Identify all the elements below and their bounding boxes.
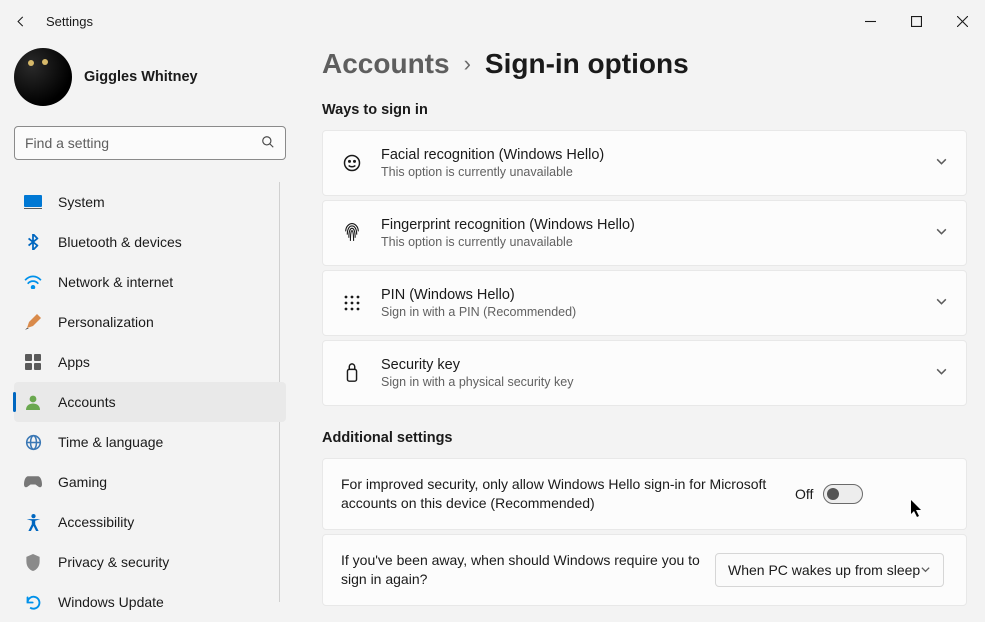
avatar: [14, 48, 72, 106]
option-subtitle: This option is currently unavailable: [381, 235, 923, 249]
close-button[interactable]: [939, 5, 985, 37]
nav-item-windows-update[interactable]: Windows Update: [14, 582, 286, 622]
nav-item-network[interactable]: Network & internet: [14, 262, 286, 302]
option-security-key[interactable]: Security key Sign in with a physical sec…: [322, 340, 967, 406]
nav-label: Time & language: [58, 434, 163, 450]
privacy-icon: [24, 553, 42, 571]
nav-item-accessibility[interactable]: Accessibility: [14, 502, 286, 542]
nav-label: Network & internet: [58, 274, 173, 290]
option-fingerprint[interactable]: Fingerprint recognition (Windows Hello) …: [322, 200, 967, 266]
window-title: Settings: [46, 14, 93, 29]
nav-label: Accessibility: [58, 514, 134, 530]
apps-icon: [24, 353, 42, 371]
sidebar: Giggles Whitney System Bluetooth & devic…: [0, 42, 300, 622]
bluetooth-icon: [24, 233, 42, 251]
setting-hello-only: For improved security, only allow Window…: [322, 458, 967, 530]
nav-item-privacy[interactable]: Privacy & security: [14, 542, 286, 582]
option-title: PIN (Windows Hello): [381, 287, 923, 303]
nav-label: Windows Update: [58, 594, 164, 610]
chevron-down-icon: [935, 225, 948, 241]
chevron-down-icon: [935, 295, 948, 311]
toggle-hello-only[interactable]: [823, 484, 863, 504]
nav-label: Gaming: [58, 474, 107, 490]
accounts-icon: [24, 393, 42, 411]
profile-block[interactable]: Giggles Whitney: [14, 48, 286, 106]
nav-item-apps[interactable]: Apps: [14, 342, 286, 382]
nav-item-accounts[interactable]: Accounts: [14, 382, 286, 422]
security-key-icon: [341, 362, 363, 384]
titlebar: Settings: [0, 0, 985, 42]
option-pin[interactable]: PIN (Windows Hello) Sign in with a PIN (…: [322, 270, 967, 336]
fingerprint-icon: [341, 222, 363, 244]
time-icon: [24, 433, 42, 451]
nav-item-personalization[interactable]: Personalization: [14, 302, 286, 342]
main-content: Accounts › Sign-in options Ways to sign …: [300, 42, 985, 622]
dropdown-selected: When PC wakes up from sleep: [728, 562, 920, 578]
breadcrumb: Accounts › Sign-in options: [322, 48, 967, 80]
nav-label: Personalization: [58, 314, 154, 330]
option-title: Security key: [381, 357, 923, 373]
toggle-state-label: Off: [795, 486, 813, 502]
maximize-button[interactable]: [893, 5, 939, 37]
option-title: Fingerprint recognition (Windows Hello): [381, 217, 923, 233]
accessibility-icon: [24, 513, 42, 531]
nav-label: Apps: [58, 354, 90, 370]
option-subtitle: Sign in with a physical security key: [381, 375, 923, 389]
nav-item-system[interactable]: System: [14, 182, 286, 222]
setting-text: For improved security, only allow Window…: [341, 475, 781, 513]
chevron-down-icon: [920, 562, 931, 578]
dropdown-require-signin[interactable]: When PC wakes up from sleep: [715, 553, 944, 587]
gaming-icon: [24, 473, 42, 491]
nav-label: System: [58, 194, 105, 210]
option-subtitle: This option is currently unavailable: [381, 165, 923, 179]
option-facial-recognition[interactable]: Facial recognition (Windows Hello) This …: [322, 130, 967, 196]
search-icon: [261, 135, 275, 152]
option-subtitle: Sign in with a PIN (Recommended): [381, 305, 923, 319]
personalization-icon: [24, 313, 42, 331]
system-icon: [24, 193, 42, 211]
search-input[interactable]: [14, 126, 286, 160]
face-icon: [341, 152, 363, 174]
search-field[interactable]: [25, 135, 261, 151]
keypad-icon: [341, 292, 363, 314]
breadcrumb-parent[interactable]: Accounts: [322, 48, 450, 80]
back-button[interactable]: [14, 14, 28, 28]
breadcrumb-current: Sign-in options: [485, 48, 689, 80]
network-icon: [24, 273, 42, 291]
update-icon: [24, 593, 42, 611]
section-additional-settings: Additional settings: [322, 430, 967, 446]
nav-item-gaming[interactable]: Gaming: [14, 462, 286, 502]
setting-require-signin: If you've been away, when should Windows…: [322, 534, 967, 606]
nav-list: System Bluetooth & devices Network & int…: [14, 182, 286, 622]
nav-item-bluetooth[interactable]: Bluetooth & devices: [14, 222, 286, 262]
nav-label: Privacy & security: [58, 554, 169, 570]
chevron-right-icon: ›: [464, 51, 471, 77]
toggle-knob: [827, 488, 839, 500]
minimize-button[interactable]: [847, 5, 893, 37]
nav-item-time-language[interactable]: Time & language: [14, 422, 286, 462]
setting-text: If you've been away, when should Windows…: [341, 551, 701, 589]
chevron-down-icon: [935, 155, 948, 171]
nav-label: Accounts: [58, 394, 116, 410]
profile-name: Giggles Whitney: [84, 69, 198, 85]
section-ways-to-sign-in: Ways to sign in: [322, 102, 967, 118]
cursor-icon: [910, 500, 924, 521]
nav-label: Bluetooth & devices: [58, 234, 182, 250]
option-title: Facial recognition (Windows Hello): [381, 147, 923, 163]
chevron-down-icon: [935, 365, 948, 381]
